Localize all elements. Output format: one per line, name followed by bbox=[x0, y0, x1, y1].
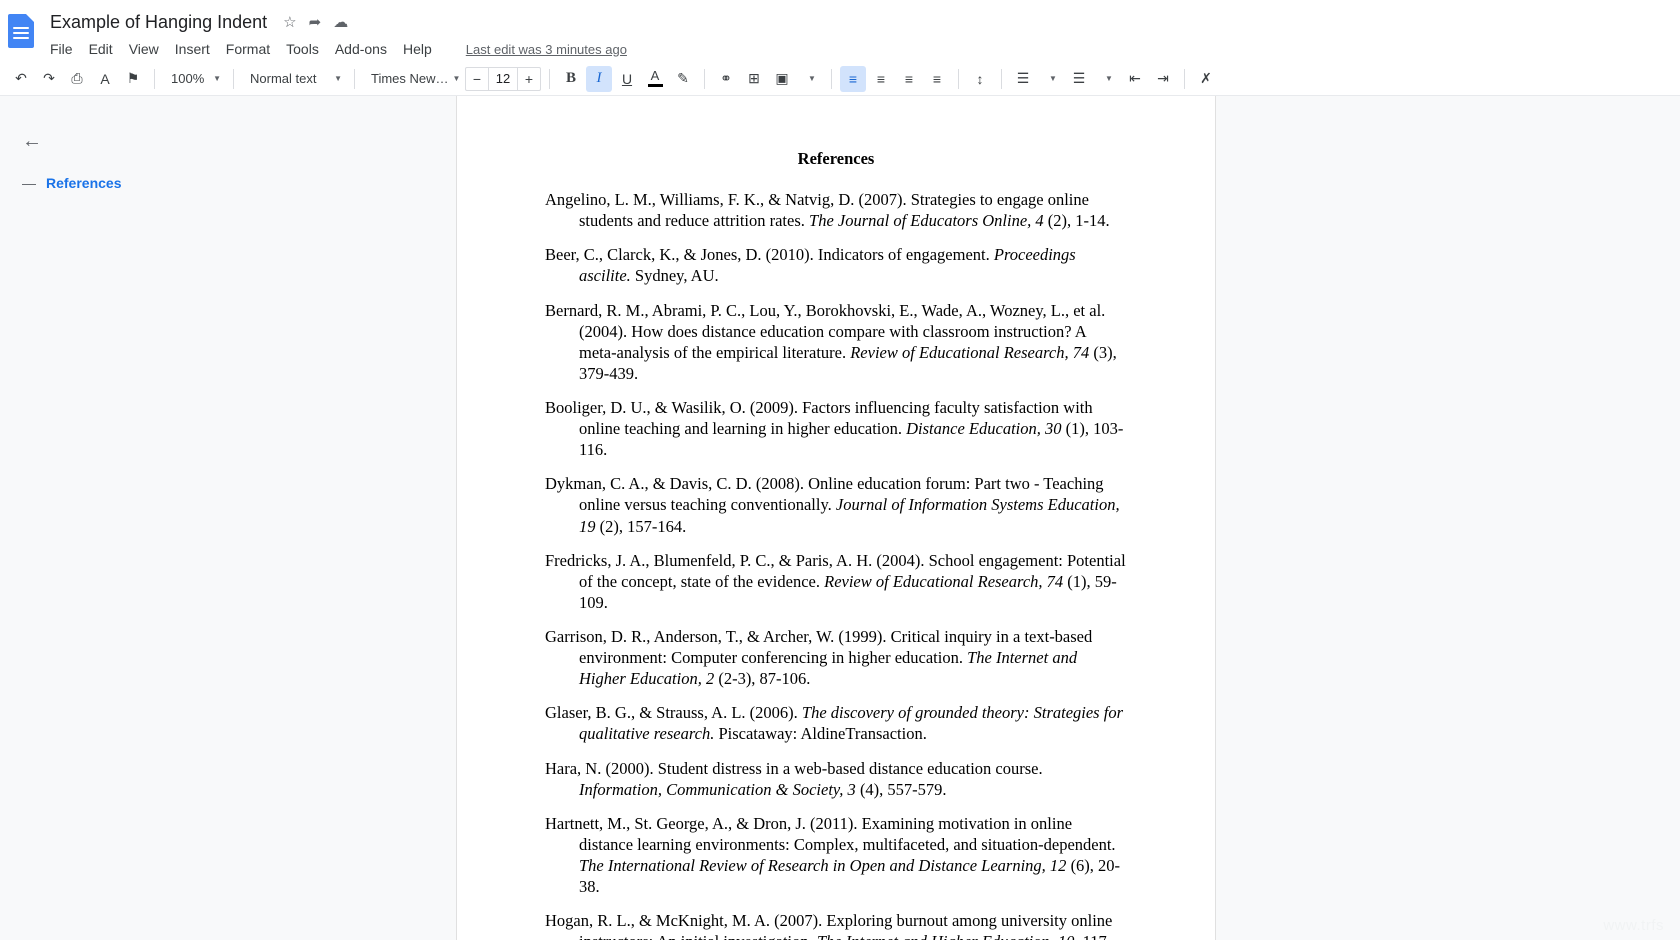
font-size-decrease-button[interactable]: − bbox=[466, 71, 488, 87]
numbered-list-icon[interactable]: ☰ bbox=[1010, 66, 1036, 92]
cloud-saved-icon[interactable]: ☁ bbox=[333, 15, 348, 30]
outline-dash-icon: — bbox=[22, 175, 36, 191]
formatting-toolbar: ↶ ↷ ⎙ A ⚑ 100% ▼ Normal text ▼ Times New… bbox=[0, 62, 1680, 96]
align-left-button[interactable]: ≡ bbox=[840, 65, 866, 92]
zoom-value: 100% bbox=[171, 71, 205, 86]
align-justify-button[interactable]: ≡ bbox=[924, 66, 950, 92]
workspace: ← — References 1 1 2 bbox=[0, 96, 1680, 940]
menu-help[interactable]: Help bbox=[403, 41, 432, 57]
chevron-down-icon: ▼ bbox=[334, 74, 342, 83]
menu-tools[interactable]: Tools bbox=[286, 41, 319, 57]
menu-add-ons[interactable]: Add-ons bbox=[335, 41, 387, 57]
page-title: References bbox=[797, 149, 875, 168]
move-to-folder-icon[interactable]: ➦ bbox=[309, 15, 322, 30]
numbered-list-dropdown-icon[interactable]: ▼ bbox=[1038, 66, 1064, 92]
toolbar-divider bbox=[704, 68, 705, 89]
document-title[interactable]: Example of Hanging Indent bbox=[46, 10, 271, 35]
reference-entry: Angelino, L. M., Williams, F. K., & Natv… bbox=[545, 190, 1110, 231]
reference-entry: Glaser, B. G., & Strauss, A. L. (2006). … bbox=[545, 703, 1123, 744]
align-center-button[interactable]: ≡ bbox=[868, 66, 894, 92]
font-family-value: Times New… bbox=[371, 71, 449, 86]
title-row: Example of Hanging Indent ☆ ➦ ☁ bbox=[46, 8, 627, 37]
chevron-down-icon: ▼ bbox=[452, 74, 461, 83]
chevron-down-icon: ▼ bbox=[213, 74, 221, 83]
top-bar: Example of Hanging Indent ☆ ➦ ☁ File Edi… bbox=[0, 0, 1680, 62]
paragraph-style-selector[interactable]: Normal text ▼ bbox=[242, 66, 346, 92]
page-content: References Angelino, L. M., Williams, F.… bbox=[457, 96, 1215, 940]
toolbar-divider bbox=[354, 68, 355, 89]
zoom-selector[interactable]: 100% ▼ bbox=[163, 66, 225, 92]
bulleted-list-dropdown-icon[interactable]: ▼ bbox=[1094, 66, 1120, 92]
toolbar-divider bbox=[831, 68, 832, 89]
reference-entry: Hara, N. (2000). Student distress in a w… bbox=[545, 758, 1043, 799]
paint-format-icon[interactable]: ⚑ bbox=[120, 66, 146, 92]
reference-list: Angelino, L. M., Williams, F. K., & Natv… bbox=[545, 189, 1127, 940]
menu-format[interactable]: Format bbox=[226, 41, 270, 57]
menu-bar: File Edit View Insert Format Tools Add-o… bbox=[46, 37, 627, 62]
toolbar-divider bbox=[154, 68, 155, 89]
document-page[interactable]: References Angelino, L. M., Williams, F.… bbox=[456, 96, 1216, 940]
watermark: www.trfs bbox=[1603, 917, 1664, 934]
italic-button[interactable]: I bbox=[586, 65, 612, 92]
add-comment-icon[interactable]: ⊞ bbox=[741, 66, 767, 92]
underline-button[interactable]: U bbox=[614, 66, 640, 92]
toolbar-divider bbox=[1001, 68, 1002, 89]
menu-insert[interactable]: Insert bbox=[175, 41, 210, 57]
menu-view[interactable]: View bbox=[129, 41, 159, 57]
redo-icon[interactable]: ↷ bbox=[36, 66, 62, 92]
insert-link-icon[interactable]: ⚭ bbox=[713, 66, 739, 92]
toolbar-divider bbox=[549, 68, 550, 89]
clear-formatting-icon[interactable]: ✗ bbox=[1193, 66, 1219, 92]
star-icon[interactable]: ☆ bbox=[283, 15, 296, 30]
font-size-value[interactable]: 12 bbox=[488, 67, 518, 90]
font-family-selector[interactable]: Times New… ▼ bbox=[363, 66, 461, 92]
bold-button[interactable]: B bbox=[558, 66, 584, 92]
close-outline-icon[interactable]: ← bbox=[22, 130, 48, 153]
outline-item-references[interactable]: — References bbox=[22, 175, 456, 191]
text-color-button[interactable]: A bbox=[642, 66, 668, 92]
reference-entry: Beer, C., Clarck, K., & Jones, D. (2010)… bbox=[545, 245, 1076, 286]
toolbar-divider bbox=[958, 68, 959, 89]
google-docs-icon[interactable] bbox=[8, 14, 34, 48]
reference-entry: Booliger, D. U., & Wasilik, O. (2009). F… bbox=[545, 397, 1124, 460]
reference-entry: Dykman, C. A., & Davis, C. D. (2008). On… bbox=[545, 474, 1120, 536]
menu-edit[interactable]: Edit bbox=[89, 41, 113, 57]
undo-icon[interactable]: ↶ bbox=[8, 66, 34, 92]
outline-item-label: References bbox=[46, 175, 122, 191]
highlight-color-icon[interactable]: ✎ bbox=[670, 66, 696, 92]
toolbar-divider bbox=[1184, 68, 1185, 89]
last-edit-status[interactable]: Last edit was 3 minutes ago bbox=[466, 42, 627, 57]
document-canvas: 1 1 2 3 4 bbox=[456, 96, 1680, 940]
paragraph-style-value: Normal text bbox=[250, 71, 317, 86]
insert-image-icon[interactable]: ▣ bbox=[769, 66, 795, 92]
font-size-stepper[interactable]: − 12 + bbox=[465, 66, 541, 91]
decrease-indent-icon[interactable]: ⇤ bbox=[1122, 66, 1148, 92]
document-outline-panel: ← — References bbox=[0, 96, 456, 940]
reference-entry: Fredricks, J. A., Blumenfeld, P. C., & P… bbox=[545, 550, 1126, 612]
font-size-increase-button[interactable]: + bbox=[518, 71, 540, 87]
print-icon[interactable]: ⎙ bbox=[64, 66, 90, 92]
reference-entry: Garrison, D. R., Anderson, T., & Archer,… bbox=[545, 626, 1093, 689]
increase-indent-icon[interactable]: ⇥ bbox=[1150, 66, 1176, 92]
toolbar-divider bbox=[233, 68, 234, 89]
title-area: Example of Hanging Indent ☆ ➦ ☁ File Edi… bbox=[46, 8, 627, 62]
spellcheck-icon[interactable]: A bbox=[92, 66, 118, 92]
menu-file[interactable]: File bbox=[50, 41, 73, 57]
line-spacing-icon[interactable]: ↕ bbox=[967, 66, 993, 92]
align-right-button[interactable]: ≡ bbox=[896, 66, 922, 92]
bulleted-list-icon[interactable]: ☰ bbox=[1066, 66, 1092, 92]
text-color-letter: A bbox=[650, 68, 660, 83]
insert-image-dropdown-icon[interactable]: ▼ bbox=[797, 66, 823, 92]
reference-entry: Hogan, R. L., & McKnight, M. A. (2007). … bbox=[545, 911, 1113, 940]
reference-entry: Bernard, R. M., Abrami, P. C., Lou, Y., … bbox=[545, 300, 1117, 383]
reference-entry: Hartnett, M., St. George, A., & Dron, J.… bbox=[545, 813, 1121, 897]
